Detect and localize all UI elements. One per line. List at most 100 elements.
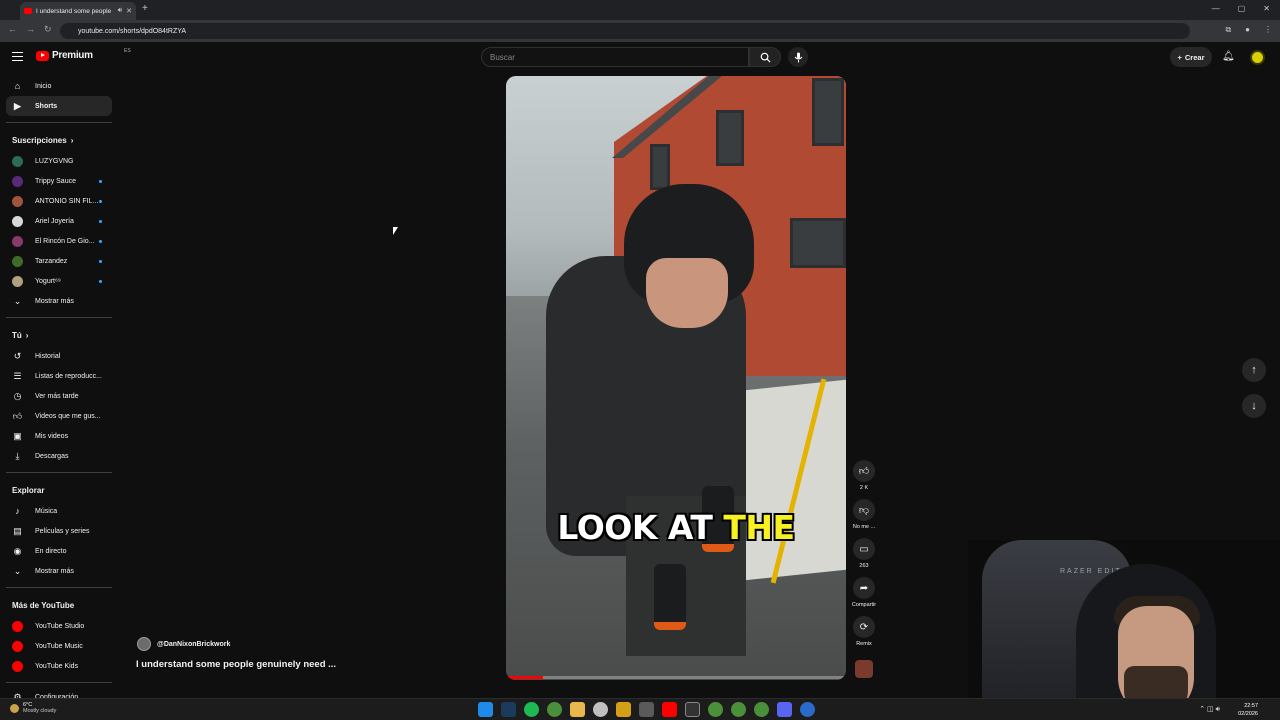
comments-action[interactable]: ▭ 263 bbox=[852, 538, 876, 569]
video-progress-bar[interactable] bbox=[506, 676, 846, 679]
thumbs-up-icon[interactable]: 👍︎ bbox=[853, 460, 875, 482]
app-icon[interactable] bbox=[685, 702, 700, 717]
short-video-player[interactable]: LOOK AT THE bbox=[506, 76, 846, 680]
sidebar: ⌂ Inicio ▶ Shorts Suscripciones › LUZYGV… bbox=[0, 76, 118, 707]
sidebar-item-movies[interactable]: ▤ Películas y series bbox=[6, 521, 112, 541]
menu-icon[interactable]: ⋮ bbox=[1264, 25, 1272, 35]
music-icon: ♪ bbox=[15, 506, 20, 516]
hamburger-menu-icon[interactable] bbox=[12, 52, 23, 61]
video-window bbox=[790, 218, 846, 268]
channel-info[interactable]: @DanNixonBrickwork bbox=[137, 637, 230, 651]
thumbs-down-icon[interactable]: 👎︎ bbox=[853, 499, 875, 521]
weather-widget[interactable]: 6°C Mostly cloudy bbox=[10, 702, 56, 714]
short-title[interactable]: I understand some people genuinely need … bbox=[136, 659, 336, 670]
app-icon[interactable] bbox=[616, 702, 631, 717]
sidebar-item-watch-later[interactable]: ◷ Ver más tarde bbox=[6, 386, 112, 406]
next-short-button[interactable]: ↓ bbox=[1242, 394, 1266, 418]
you-heading[interactable]: Tú › bbox=[0, 324, 118, 346]
sidebar-subscription[interactable]: Trippy Sauce bbox=[6, 171, 112, 191]
sidebar-subscription[interactable]: ANTONIO SIN FIL... bbox=[6, 191, 112, 211]
chrome-icon[interactable] bbox=[547, 702, 562, 717]
close-window-icon[interactable]: ✕ bbox=[1263, 4, 1270, 13]
channel-name: Yogurt⁶⁹ bbox=[35, 277, 61, 285]
discord-icon[interactable] bbox=[777, 702, 792, 717]
chrome-icon[interactable] bbox=[708, 702, 723, 717]
sidebar-item-shorts[interactable]: ▶ Shorts bbox=[6, 96, 112, 116]
app-icon[interactable] bbox=[800, 702, 815, 717]
forward-icon[interactable]: → bbox=[26, 24, 35, 34]
subscriptions-heading[interactable]: Suscripciones › bbox=[0, 129, 118, 151]
system-tray-icons[interactable]: ⌃ ◫ 🔊︎ bbox=[1199, 705, 1220, 714]
channel-handle[interactable]: @DanNixonBrickwork bbox=[157, 641, 230, 648]
sound-source-avatar[interactable] bbox=[855, 660, 873, 678]
new-content-dot bbox=[99, 280, 102, 283]
sidebar-item-label: YouTube Studio bbox=[35, 622, 85, 630]
sidebar-item-youtube-kids[interactable]: YouTube Kids bbox=[6, 656, 112, 676]
search-button[interactable] bbox=[749, 47, 781, 67]
channel-avatar bbox=[12, 155, 23, 167]
sidebar-subscription[interactable]: El Rincón De Gio... bbox=[6, 231, 112, 251]
divider bbox=[6, 122, 112, 123]
youtube-logo[interactable]: Premium ES bbox=[36, 48, 131, 61]
reload-icon[interactable]: ↻ bbox=[44, 24, 52, 35]
url-text: youtube.com/shorts/dpdO84tRZYA bbox=[78, 27, 187, 35]
video-window bbox=[812, 78, 844, 146]
channel-avatar bbox=[12, 235, 23, 247]
app-icon[interactable] bbox=[593, 702, 608, 717]
dislike-action[interactable]: 👎︎ No me ... bbox=[849, 499, 879, 530]
browser-tab[interactable]: I understand some people 🔊︎ ✕ bbox=[20, 2, 136, 20]
comment-icon[interactable]: ▭ bbox=[853, 538, 875, 560]
mouse-cursor-icon bbox=[393, 227, 398, 235]
sidebar-subscription[interactable]: Ariel Joyería bbox=[6, 211, 112, 231]
tab-title: I understand some people bbox=[36, 7, 112, 15]
create-button[interactable]: + Crear bbox=[1170, 47, 1212, 67]
sidebar-item-show-more[interactable]: ⌄ Mostrar más bbox=[6, 561, 112, 581]
taskbar-apps bbox=[478, 702, 815, 717]
back-icon[interactable]: ← bbox=[8, 24, 17, 34]
extensions-icon[interactable]: ⧉ bbox=[1225, 25, 1231, 35]
chrome-icon[interactable] bbox=[754, 702, 769, 717]
sidebar-item-label: Mostrar más bbox=[35, 297, 74, 305]
sidebar-item-music[interactable]: ♪ Música bbox=[6, 501, 112, 521]
remix-icon[interactable]: ⟳ bbox=[853, 616, 875, 638]
close-tab-icon[interactable]: ✕ bbox=[126, 7, 132, 15]
profile-icon[interactable]: ● bbox=[1245, 25, 1250, 35]
sidebar-item-liked-videos[interactable]: 👍︎ Videos que me gus... bbox=[6, 406, 112, 426]
new-tab-button[interactable]: + bbox=[142, 3, 148, 14]
sidebar-item-youtube-music[interactable]: YouTube Music bbox=[6, 636, 112, 656]
taskbar-clock[interactable]: 22:57 02/2026 bbox=[1238, 702, 1258, 718]
voice-search-button[interactable] bbox=[788, 47, 808, 67]
sidebar-item-my-videos[interactable]: ▣ Mis videos bbox=[6, 426, 112, 446]
sidebar-item-show-more[interactable]: ⌄ Mostrar más bbox=[6, 291, 112, 311]
sidebar-item-downloads[interactable]: ⤓ Descargas bbox=[6, 446, 112, 466]
audio-icon[interactable]: 🔊︎ bbox=[118, 7, 122, 15]
sidebar-item-live[interactable]: ◉ En directo bbox=[6, 541, 112, 561]
account-avatar[interactable] bbox=[1250, 50, 1265, 65]
share-action[interactable]: ➦ Compartir bbox=[846, 577, 882, 608]
sidebar-subscription[interactable]: Yogurt⁶⁹ bbox=[6, 271, 112, 291]
sidebar-subscription[interactable]: Tarzandez bbox=[6, 251, 112, 271]
search-input[interactable]: Buscar bbox=[481, 47, 749, 67]
previous-short-button[interactable]: ↑ bbox=[1242, 358, 1266, 382]
sidebar-item-history[interactable]: ↺ Historial bbox=[6, 346, 112, 366]
notifications-bell-icon[interactable]: 🔔︎ bbox=[1222, 51, 1235, 62]
remix-action[interactable]: ⟳ Remix bbox=[852, 616, 876, 647]
new-content-dot bbox=[99, 180, 102, 183]
divider bbox=[6, 317, 112, 318]
spotify-icon[interactable] bbox=[524, 702, 539, 717]
maximize-icon[interactable]: ▢ bbox=[1238, 4, 1246, 13]
steam-icon[interactable] bbox=[501, 702, 516, 717]
sidebar-item-youtube-studio[interactable]: YouTube Studio bbox=[6, 616, 112, 636]
sidebar-subscription[interactable]: LUZYGVNG bbox=[6, 151, 112, 171]
store-icon[interactable] bbox=[639, 702, 654, 717]
like-action[interactable]: 👍︎ 2 K bbox=[852, 460, 876, 491]
youtube-icon[interactable] bbox=[662, 702, 677, 717]
minimize-icon[interactable]: — bbox=[1212, 4, 1220, 13]
windows-start-icon[interactable] bbox=[478, 702, 493, 717]
file-explorer-icon[interactable] bbox=[570, 702, 585, 717]
share-icon[interactable]: ➦ bbox=[853, 577, 875, 599]
chrome-icon[interactable] bbox=[731, 702, 746, 717]
sidebar-item-playlists[interactable]: ☰ Listas de reproducc... bbox=[6, 366, 112, 386]
sidebar-item-home[interactable]: ⌂ Inicio bbox=[6, 76, 112, 96]
address-bar[interactable]: youtube.com/shorts/dpdO84tRZYA bbox=[60, 23, 1190, 39]
